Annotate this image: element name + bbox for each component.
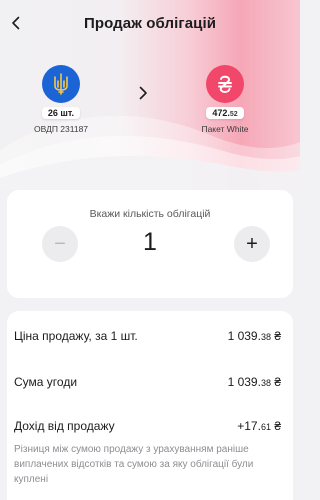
currency-sign: ₴ — [274, 419, 281, 433]
source-asset-name: ОВДП 231187 — [33, 124, 89, 134]
target-amount-main: 472. — [212, 108, 230, 118]
source-asset-icon-circle — [42, 65, 80, 103]
sum-main: 1 039. — [227, 375, 261, 389]
sum-row: Сума угоди 1 039.38 ₴ — [7, 375, 293, 389]
sum-cents: 38 — [260, 378, 271, 388]
price-main: 1 039. — [227, 329, 261, 343]
price-row: Ціна продажу, за 1 шт. 1 039.38 ₴ — [7, 329, 293, 343]
back-button[interactable] — [4, 11, 28, 35]
currency-sign: ₴ — [274, 329, 281, 343]
income-hint: Різниця між сумою продажу з урахуванням … — [14, 444, 254, 485]
target-asset-icon-circle — [206, 65, 244, 103]
income-value: +17.61 ₴ — [237, 419, 281, 433]
target-asset: 472.52 Пакет White — [175, 65, 275, 134]
target-asset-name: Пакет White — [201, 124, 249, 134]
income-main: +17. — [237, 419, 261, 433]
chevron-left-icon — [12, 16, 20, 30]
page-title: Продаж облігацій — [83, 14, 217, 32]
target-asset-amount: 472.52 — [206, 107, 244, 119]
income-label: Дохід від продажу — [14, 419, 115, 433]
sum-value: 1 039.38 ₴ — [228, 375, 281, 389]
price-cents: 38 — [260, 332, 271, 342]
decrease-quantity-button[interactable]: − — [42, 226, 78, 262]
increase-quantity-button[interactable]: + — [234, 226, 270, 262]
ukraine-trident-icon — [54, 73, 68, 95]
top-bar: Продаж облігацій — [0, 0, 300, 46]
target-amount-cents: 52 — [229, 111, 238, 118]
price-label: Ціна продажу, за 1 шт. — [14, 329, 138, 343]
price-value: 1 039.38 ₴ — [228, 329, 281, 343]
quantity-label: Вкажи кількість облігацій — [89, 208, 211, 220]
sum-label: Сума угоди — [14, 375, 78, 389]
quantity-value[interactable]: 1 — [107, 228, 193, 257]
hryvnia-icon — [218, 75, 232, 93]
currency-sign: ₴ — [274, 375, 281, 389]
chevron-right-icon — [139, 86, 147, 100]
income-row: Дохід від продажу +17.61 ₴ — [7, 419, 293, 433]
quantity-card: Вкажи кількість облігацій − 1 + — [7, 190, 293, 298]
source-asset-amount: 26 шт. — [41, 107, 81, 119]
details-card: Ціна продажу, за 1 шт. 1 039.38 ₴ Сума у… — [7, 311, 293, 500]
plus-icon: + — [246, 232, 258, 255]
minus-icon: − — [54, 232, 66, 255]
source-asset: 26 шт. ОВДП 231187 — [11, 65, 111, 134]
income-cents: 61 — [260, 422, 271, 432]
